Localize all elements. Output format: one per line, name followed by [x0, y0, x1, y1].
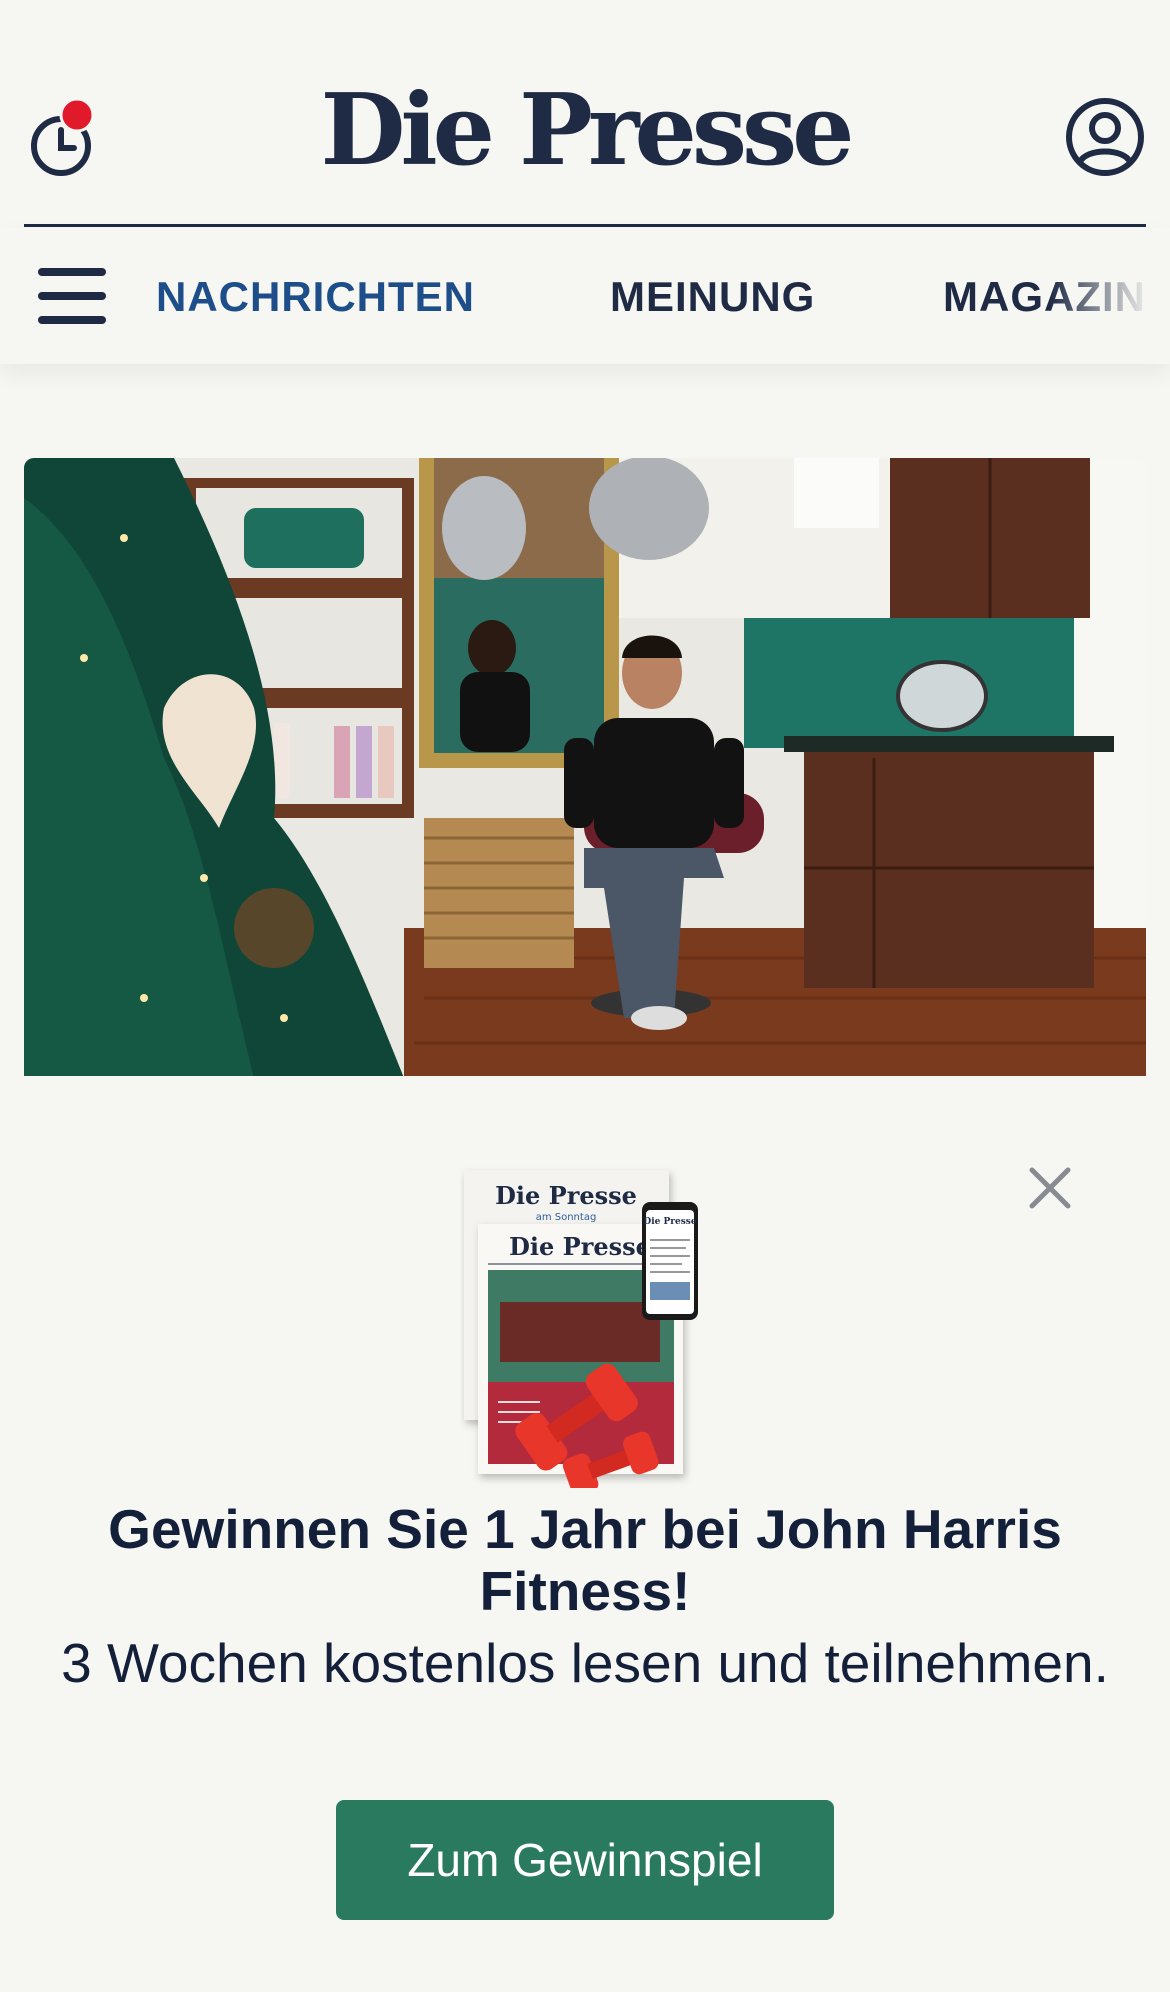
hamburger-menu-icon[interactable]	[38, 268, 106, 324]
nav-item-meinung[interactable]: MEINUNG	[610, 272, 815, 322]
site-logo[interactable]: Die Presse	[0, 76, 1170, 186]
nav-item-nachrichten[interactable]: NACHRICHTEN	[156, 272, 475, 322]
article-hero-image[interactable]	[24, 458, 1146, 1078]
newspaper-promo-illustration: Die Presse am Sonntag Die Presse Die Pre…	[460, 1162, 710, 1497]
svg-text:Die Presse: Die Presse	[643, 1217, 696, 1227]
svg-text:Die Presse: Die Presse	[509, 1232, 651, 1261]
user-account-icon[interactable]	[1064, 96, 1146, 178]
svg-text:am Sonntag: am Sonntag	[536, 1212, 597, 1223]
gewinnspiel-cta-button[interactable]: Zum Gewinnspiel	[336, 1800, 834, 1920]
promo-title: Gewinnen Sie 1 Jahr bei John Harris Fitn…	[108, 1498, 1062, 1622]
close-icon[interactable]	[1024, 1162, 1076, 1214]
header-divider	[24, 224, 1146, 227]
subscription-promo-overlay: Die Presse am Sonntag Die Presse Die Pre…	[0, 1076, 1170, 1992]
section-nav: NACHRICHTEN MEINUNG MAGAZIN	[0, 228, 1170, 364]
nav-scroll-fade	[1050, 228, 1170, 364]
site-header: Die Presse	[0, 0, 1170, 228]
promo-subtitle: 3 Wochen kostenlos lesen und teilnehmen.	[61, 1632, 1109, 1694]
svg-text:Die Presse: Die Presse	[495, 1181, 637, 1210]
